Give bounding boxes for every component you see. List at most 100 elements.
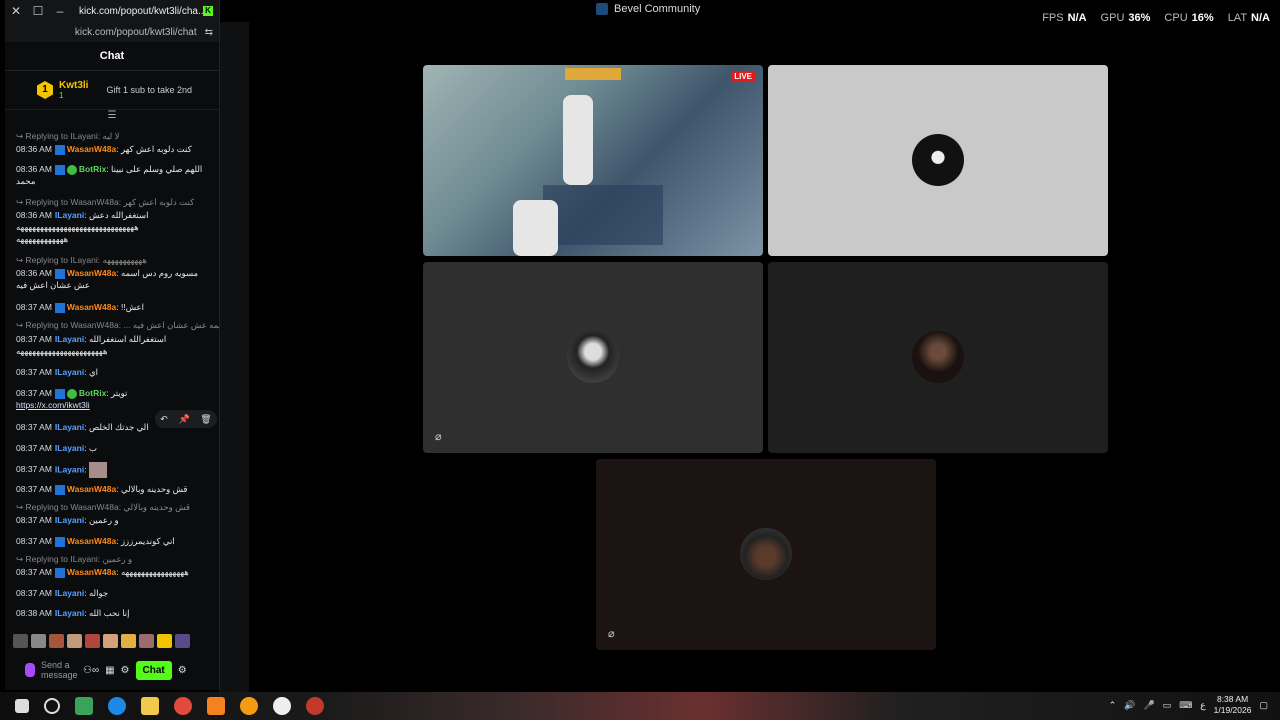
search-icon[interactable] [44, 698, 60, 714]
chat-username[interactable]: WasanW48a [67, 484, 116, 494]
message-text: كنت دلوبه اعش كهر [120, 144, 192, 154]
message-composer: Send a message ⚇∞ ▦ ⚙ Chat ⚙ [11, 656, 219, 684]
gear-icon[interactable]: ⚙ [121, 665, 130, 676]
subscriber-badge-icon [54, 144, 65, 155]
chat-username[interactable]: ILayani [55, 210, 84, 220]
network-icon[interactable]: ▭ [1163, 700, 1172, 711]
settings-icon[interactable]: ⚙ [178, 665, 187, 676]
chat-username[interactable]: ILayani [55, 422, 84, 432]
chat-message: 08:37 AM ILayani: ب [16, 442, 212, 454]
emote-icon[interactable] [49, 634, 64, 648]
emote-icon[interactable] [139, 634, 154, 648]
chat-username[interactable]: ILayani [55, 608, 84, 618]
window-titlebar: ✕ ☐ – kick.com/popout/kwt3li/cha... K [5, 0, 219, 22]
subscriber-badge-icon [54, 268, 65, 279]
notification-icon[interactable]: ▢ [1259, 700, 1268, 711]
chat-username[interactable]: ILayani [55, 334, 84, 344]
emote-icon[interactable] [31, 634, 46, 648]
emote-icon[interactable] [121, 634, 136, 648]
message-timestamp: 08:37 AM [16, 302, 52, 312]
chat-popout-window: ✕ ☐ – kick.com/popout/kwt3li/cha... K ki… [5, 0, 220, 690]
app-icon[interactable] [240, 697, 258, 715]
subscriber-badge-icon [54, 388, 65, 399]
message-actions: ↶ 📌 🗑 [155, 410, 217, 428]
chat-username[interactable]: BotRix [79, 164, 106, 174]
language-indicator[interactable]: ع [1200, 700, 1205, 711]
emote-icon[interactable] [85, 634, 100, 648]
store-icon[interactable]: ▦ [105, 665, 114, 676]
message-input[interactable]: Send a message [41, 660, 78, 680]
message-text-continued: ههههههههههههههههههههههه [16, 346, 108, 356]
mic-icon[interactable]: 🎤 [1144, 700, 1155, 711]
reply-icon[interactable]: ↶ [160, 414, 168, 425]
chat-messages: ↪ Replying to ILayani: لا ليه 08:36 AM Was… [5, 130, 219, 630]
pin-icon[interactable]: 📌 [178, 414, 189, 425]
chat-username[interactable]: WasanW48a [67, 567, 116, 577]
reply-context: ↪ Replying to ILayani: لا ليه [16, 130, 212, 142]
video-tile-participant[interactable] [768, 65, 1108, 256]
game-hud-banner [565, 68, 621, 80]
performance-stats: FPS N/A GPU 36% CPU 16% LAT N/A [1042, 12, 1270, 24]
emote-icon[interactable] [13, 634, 28, 648]
chat-username[interactable]: WasanW48a [67, 268, 116, 278]
message-text: قش وحدينه وبالالي [120, 484, 188, 494]
keyboard-icon[interactable]: ⌨ [1179, 700, 1192, 711]
settings-sliders-icon[interactable]: ⇆ [205, 27, 213, 38]
message-text: الي جدتك الخلص [88, 422, 149, 432]
maximize-icon[interactable]: ☐ [27, 4, 49, 18]
fps-stat: FPS N/A [1042, 12, 1087, 24]
chevron-up-icon[interactable]: ⌃ [1109, 700, 1117, 711]
chat-message: 08:36 AM WasanW48a: مسويه روم دس اسمه عش ع… [16, 267, 212, 291]
message-text: اي [88, 367, 98, 377]
chat-message: 08:36 AM ILayani: استغفرالله دعش ههههههههه… [16, 209, 212, 245]
volume-icon[interactable]: 🔊 [1124, 700, 1135, 711]
steam-icon[interactable] [273, 697, 291, 715]
chat-username[interactable]: ILayani [55, 464, 84, 474]
emote-icon[interactable] [175, 634, 190, 648]
emote-icon[interactable] [67, 634, 82, 648]
delete-icon[interactable]: 🗑 [200, 414, 211, 425]
background-panel [219, 22, 249, 692]
muted-icon: ⌀ [608, 628, 615, 640]
url-bar[interactable]: kick.com/popout/kwt3li/chat ⇆ [5, 22, 219, 42]
chat-username[interactable]: ILayani [55, 588, 84, 598]
store-app-icon[interactable] [75, 697, 93, 715]
video-tile-participant[interactable]: ⌀ [596, 459, 936, 650]
chat-username[interactable]: WasanW48a [67, 302, 116, 312]
filter-icon[interactable]: ☰ [5, 110, 219, 122]
gift-sub-prompt[interactable]: Gift 1 sub to take 2nd [106, 85, 192, 95]
people-icon[interactable]: ⚇∞ [83, 665, 99, 676]
top-gifter-count: 1 [59, 91, 64, 100]
close-icon[interactable]: ✕ [5, 4, 27, 18]
video-tile-stream[interactable]: LIVE [423, 65, 763, 256]
emote-icon[interactable] [103, 634, 118, 648]
chat-username[interactable]: ILayani [55, 367, 84, 377]
clock[interactable]: 8:38 AM 1/19/2026 [1214, 694, 1252, 716]
app-icon[interactable] [306, 697, 324, 715]
bevel-logo-icon [596, 3, 608, 15]
video-tile-participant[interactable] [768, 262, 1108, 453]
chat-username[interactable]: ILayani [55, 443, 84, 453]
chat-username[interactable]: BotRix [79, 388, 106, 398]
video-tile-participant[interactable]: ⌀ [423, 262, 763, 453]
clock-time: 8:38 AM [1216, 694, 1249, 704]
emote-icon[interactable] [157, 634, 172, 648]
minimize-icon[interactable]: – [49, 4, 71, 18]
chrome-icon[interactable] [174, 697, 192, 715]
message-timestamp: 08:37 AM [16, 567, 52, 577]
message-timestamp: 08:36 AM [16, 210, 52, 220]
chat-username[interactable]: WasanW48a [67, 144, 116, 154]
edge-icon[interactable] [108, 697, 126, 715]
app-icon[interactable] [207, 697, 225, 715]
microphone-icon[interactable] [25, 663, 35, 677]
top-gifter-bar[interactable]: 1 Kwt3li 1 Gift 1 sub to take 2nd [5, 71, 219, 110]
chat-username[interactable]: WasanW48a [67, 536, 116, 546]
chat-username[interactable]: ILayani [55, 515, 84, 525]
reply-text: Replying to WasanW48a: ... اسمه عش عشان … [25, 320, 219, 330]
chat-message: 08:37 AM BotRix: تويتر https://x.com/ikwt3… [16, 387, 212, 411]
message-text: مسويه روم دس اسمه [120, 268, 199, 278]
chat-message: 08:38 AM ILayani: إنا نحب الله [16, 607, 212, 619]
windows-start-icon[interactable] [15, 699, 29, 713]
folder-icon[interactable] [141, 697, 159, 715]
send-chat-button[interactable]: Chat [135, 660, 172, 680]
